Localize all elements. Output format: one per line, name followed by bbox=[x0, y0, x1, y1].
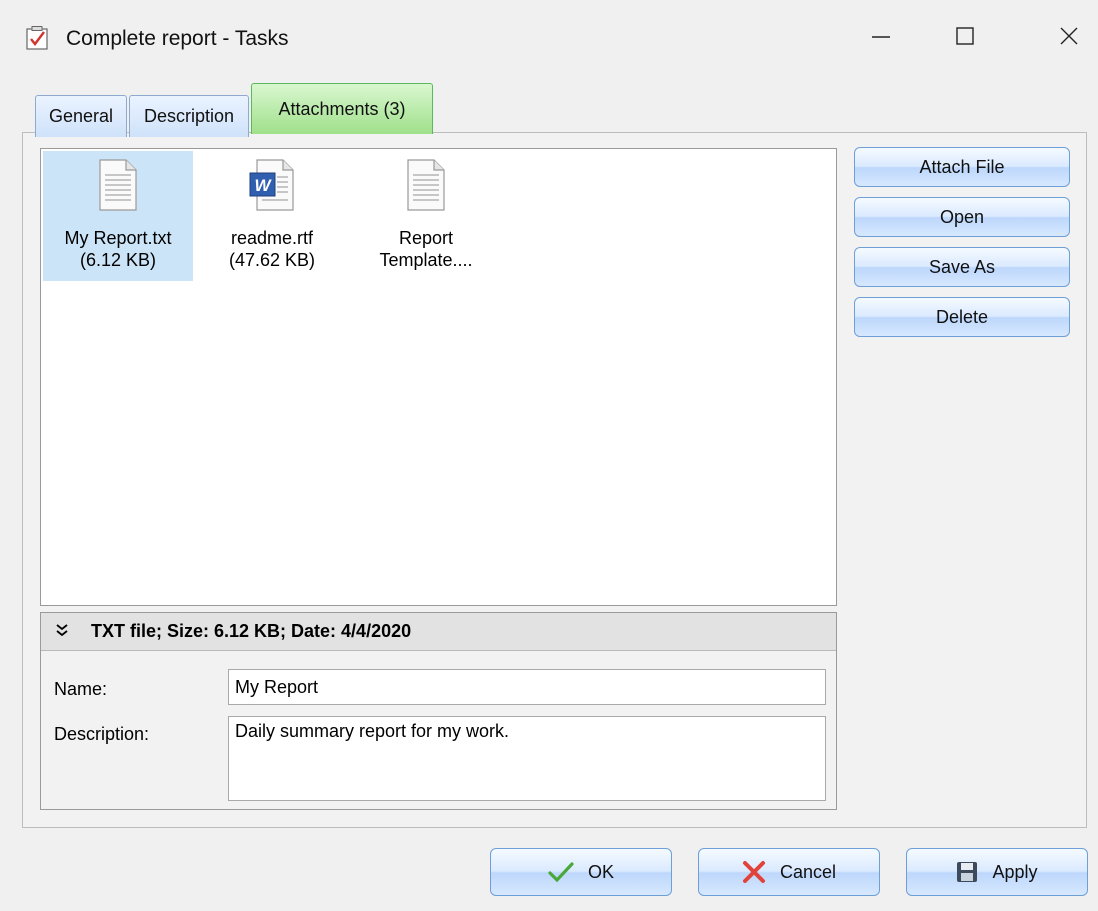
maximize-icon bbox=[956, 27, 974, 45]
apply-button[interactable]: Apply bbox=[906, 848, 1088, 896]
attachment-list[interactable]: My Report.txt (6.12 KB) W readme.rtf (47… bbox=[40, 148, 837, 606]
name-label: Name: bbox=[54, 679, 108, 699]
tab-general[interactable]: General bbox=[35, 95, 127, 137]
delete-button[interactable]: Delete bbox=[854, 297, 1070, 337]
attachment-name: Report bbox=[398, 228, 454, 248]
open-button[interactable]: Open bbox=[854, 197, 1070, 237]
tab-attachments[interactable]: Attachments (3) bbox=[251, 83, 433, 134]
attachment-size: (47.62 KB) bbox=[228, 250, 316, 270]
save-as-button[interactable]: Save As bbox=[854, 247, 1070, 287]
close-button[interactable] bbox=[1046, 16, 1092, 56]
tab-description[interactable]: Description bbox=[129, 95, 249, 137]
attach-file-button[interactable]: Attach File bbox=[854, 147, 1070, 187]
name-field[interactable] bbox=[228, 669, 826, 705]
minimize-icon bbox=[872, 36, 890, 38]
attachment-size: Template.... bbox=[379, 250, 473, 270]
attachment-item-report-template[interactable]: Report Template.... bbox=[351, 151, 501, 281]
attachment-size: (6.12 KB) bbox=[79, 250, 157, 270]
word-document-icon: W bbox=[249, 159, 295, 216]
description-label: Description: bbox=[54, 724, 150, 744]
apply-label: Apply bbox=[992, 861, 1038, 882]
window-title: Complete report - Tasks bbox=[66, 27, 289, 50]
title-bar: Complete report - Tasks bbox=[0, 0, 1098, 72]
cancel-button[interactable]: Cancel bbox=[698, 848, 880, 896]
cancel-x-icon bbox=[742, 860, 766, 884]
maximize-button[interactable] bbox=[942, 16, 988, 56]
attachment-details-panel: TXT file; Size: 6.12 KB; Date: 4/4/2020 … bbox=[40, 612, 837, 810]
task-clipboard-icon bbox=[26, 26, 48, 50]
minimize-button[interactable] bbox=[858, 16, 904, 56]
checkmark-icon bbox=[548, 861, 574, 883]
text-file-icon bbox=[406, 159, 446, 216]
close-icon bbox=[1060, 27, 1078, 45]
attachment-item-my-report[interactable]: My Report.txt (6.12 KB) bbox=[43, 151, 193, 281]
cancel-label: Cancel bbox=[779, 861, 837, 882]
attachment-name: My Report.txt bbox=[64, 228, 172, 248]
description-field[interactable]: Daily summary report for my work. bbox=[228, 716, 826, 801]
ok-label: OK bbox=[587, 861, 614, 882]
attachment-name: readme.rtf bbox=[230, 228, 314, 248]
file-info-summary: TXT file; Size: 6.12 KB; Date: 4/4/2020 bbox=[91, 621, 412, 641]
attachment-item-readme[interactable]: W readme.rtf (47.62 KB) bbox=[197, 151, 347, 281]
text-file-icon bbox=[98, 159, 138, 216]
svg-text:W: W bbox=[254, 176, 272, 195]
ok-button[interactable]: OK bbox=[490, 848, 672, 896]
floppy-disk-icon bbox=[956, 861, 978, 883]
details-header[interactable]: TXT file; Size: 6.12 KB; Date: 4/4/2020 bbox=[41, 613, 836, 651]
collapse-chevron-icon[interactable] bbox=[55, 622, 69, 643]
